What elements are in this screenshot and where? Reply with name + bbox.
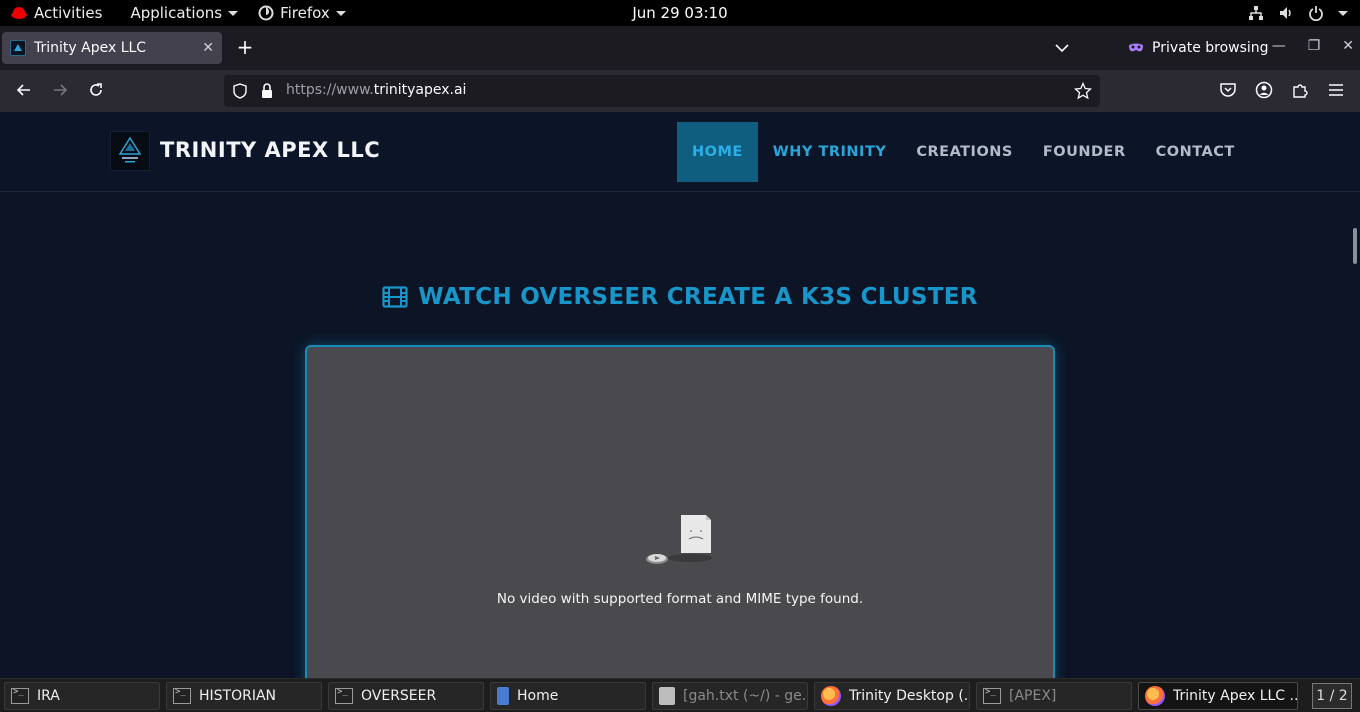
applications-label: Applications bbox=[130, 4, 223, 22]
reload-icon bbox=[90, 83, 102, 96]
video-error-message: No video with supported format and MIME … bbox=[496, 591, 864, 607]
task-label: [gah.txt (~/) - ge... bbox=[683, 688, 808, 704]
tab-title: Trinity Apex LLC bbox=[34, 40, 147, 56]
terminal-icon bbox=[983, 687, 1001, 704]
trinity-apex-logo-icon bbox=[118, 136, 142, 163]
url-text[interactable]: https://www.trinityapex.ai bbox=[286, 82, 466, 98]
webpage: TRINITY APEX LLC HOME WHY TRINITY CREATI… bbox=[0, 112, 1360, 678]
system-tray[interactable] bbox=[1248, 0, 1348, 26]
url-prefix: https://www. bbox=[286, 82, 374, 98]
private-browsing-indicator: Private browsing bbox=[1128, 40, 1269, 56]
file-manager-icon bbox=[497, 687, 509, 705]
broken-video-icon bbox=[646, 515, 712, 564]
site-header: TRINITY APEX LLC HOME WHY TRINITY CREATI… bbox=[0, 112, 1360, 192]
arrow-right-icon bbox=[54, 84, 68, 96]
task-historian[interactable]: HISTORIAN bbox=[166, 682, 322, 710]
power-icon bbox=[1309, 6, 1323, 21]
firefox-icon bbox=[821, 686, 841, 706]
firefox-menu-label: Firefox bbox=[280, 4, 330, 22]
nav-home[interactable]: HOME bbox=[677, 122, 758, 182]
private-mask-icon bbox=[1129, 43, 1143, 52]
hamburger-menu-icon bbox=[1329, 84, 1343, 96]
section-heading: WATCH OVERSEER CREATE A K3S CLUSTER bbox=[0, 284, 1360, 310]
back-button[interactable] bbox=[14, 81, 34, 101]
nav-founder[interactable]: FOUNDER bbox=[1028, 122, 1141, 182]
tracking-protection-shield-icon[interactable] bbox=[232, 83, 248, 99]
video-player[interactable]: No video with supported format and MIME … bbox=[305, 345, 1055, 678]
extensions-puzzle-icon bbox=[1293, 84, 1308, 98]
tab-bar: Trinity Apex LLC ✕ + Private browsing — … bbox=[0, 26, 1360, 70]
site-nav: HOME WHY TRINITY CREATIONS FOUNDER CONTA… bbox=[677, 122, 1250, 182]
reload-button[interactable] bbox=[86, 81, 106, 101]
task-label: Home bbox=[517, 688, 559, 704]
film-icon bbox=[382, 286, 408, 308]
url-domain: trinityapex.ai bbox=[373, 82, 467, 98]
site-favicon-icon bbox=[10, 40, 26, 56]
activities-label: Activities bbox=[34, 4, 103, 22]
firefox-app-menu[interactable]: Firefox bbox=[248, 0, 356, 26]
restore-icon[interactable]: ❐ bbox=[1308, 38, 1321, 54]
private-browsing-label: Private browsing bbox=[1152, 40, 1269, 56]
section-title-text: WATCH OVERSEER CREATE A K3S CLUSTER bbox=[418, 284, 978, 310]
applications-menu[interactable]: Applications bbox=[120, 0, 248, 26]
task-ira[interactable]: IRA bbox=[4, 682, 160, 710]
network-icon bbox=[1249, 6, 1263, 20]
close-window-icon[interactable]: ✕ bbox=[1342, 38, 1354, 54]
task-label: OVERSEER bbox=[361, 688, 437, 704]
task-apex[interactable]: [APEX] bbox=[976, 682, 1132, 710]
navigation-toolbar: https://www.trinityapex.ai bbox=[0, 70, 1360, 112]
terminal-icon bbox=[335, 687, 353, 704]
task-label: HISTORIAN bbox=[199, 688, 277, 704]
arrow-left-icon bbox=[16, 84, 30, 96]
terminal-icon bbox=[173, 687, 191, 704]
site-brand-name[interactable]: TRINITY APEX LLC bbox=[160, 138, 380, 162]
lock-icon[interactable] bbox=[260, 83, 274, 99]
app-menu-button[interactable] bbox=[1326, 81, 1346, 101]
tab-trinity-apex[interactable]: Trinity Apex LLC ✕ bbox=[2, 32, 222, 64]
close-tab-icon[interactable]: ✕ bbox=[202, 40, 214, 56]
task-label: Trinity Apex LLC ... bbox=[1173, 688, 1298, 704]
firefox-icon bbox=[1145, 686, 1165, 706]
site-logo[interactable] bbox=[110, 131, 150, 171]
minimize-icon[interactable]: — bbox=[1272, 38, 1286, 54]
task-trinity-apex-firefox[interactable]: Trinity Apex LLC ... bbox=[1138, 682, 1298, 710]
list-all-tabs-icon[interactable] bbox=[1052, 38, 1072, 58]
account-icon bbox=[1255, 81, 1273, 99]
task-trinity-desktop[interactable]: Trinity Desktop (... bbox=[814, 682, 970, 710]
pocket-icon bbox=[1220, 83, 1236, 97]
window-controls: — ❐ ✕ bbox=[1272, 38, 1354, 54]
gnome-top-bar: Activities Applications Firefox Jun 29 0… bbox=[0, 0, 1360, 26]
bookmark-star-icon[interactable] bbox=[1074, 82, 1092, 100]
page-scrollbar[interactable] bbox=[1353, 228, 1357, 264]
forward-button[interactable] bbox=[50, 81, 70, 101]
workspace-indicator[interactable]: 1 / 2 bbox=[1312, 683, 1352, 709]
text-editor-icon bbox=[659, 687, 675, 705]
task-label: Trinity Desktop (... bbox=[849, 688, 970, 704]
url-bar[interactable]: https://www.trinityapex.ai bbox=[224, 75, 1100, 107]
new-tab-button[interactable]: + bbox=[234, 36, 256, 60]
terminal-icon bbox=[11, 687, 29, 704]
chevron-down-icon bbox=[228, 10, 239, 16]
activities-button[interactable]: Activities bbox=[0, 0, 112, 26]
nav-contact[interactable]: CONTACT bbox=[1141, 122, 1250, 182]
nav-why-trinity[interactable]: WHY TRINITY bbox=[758, 122, 902, 182]
redhat-icon bbox=[11, 7, 27, 19]
task-overseer[interactable]: OVERSEER bbox=[328, 682, 484, 710]
task-label: [APEX] bbox=[1009, 688, 1057, 704]
task-gedit[interactable]: [gah.txt (~/) - ge... bbox=[652, 682, 808, 710]
account-button[interactable] bbox=[1254, 81, 1274, 101]
extensions-button[interactable] bbox=[1290, 81, 1310, 101]
task-label: IRA bbox=[37, 688, 60, 704]
task-home-files[interactable]: Home bbox=[490, 682, 646, 710]
pocket-button[interactable] bbox=[1218, 81, 1238, 101]
nav-creations[interactable]: CREATIONS bbox=[901, 122, 1028, 182]
clock[interactable]: Jun 29 03:10 bbox=[632, 4, 727, 22]
volume-icon bbox=[1280, 7, 1291, 19]
firefox-icon bbox=[258, 5, 274, 21]
chevron-down-icon bbox=[335, 10, 346, 16]
chevron-down-icon bbox=[1338, 10, 1348, 16]
window-list-taskbar: IRA HISTORIAN OVERSEER Home [gah.txt (~/… bbox=[0, 678, 1360, 712]
